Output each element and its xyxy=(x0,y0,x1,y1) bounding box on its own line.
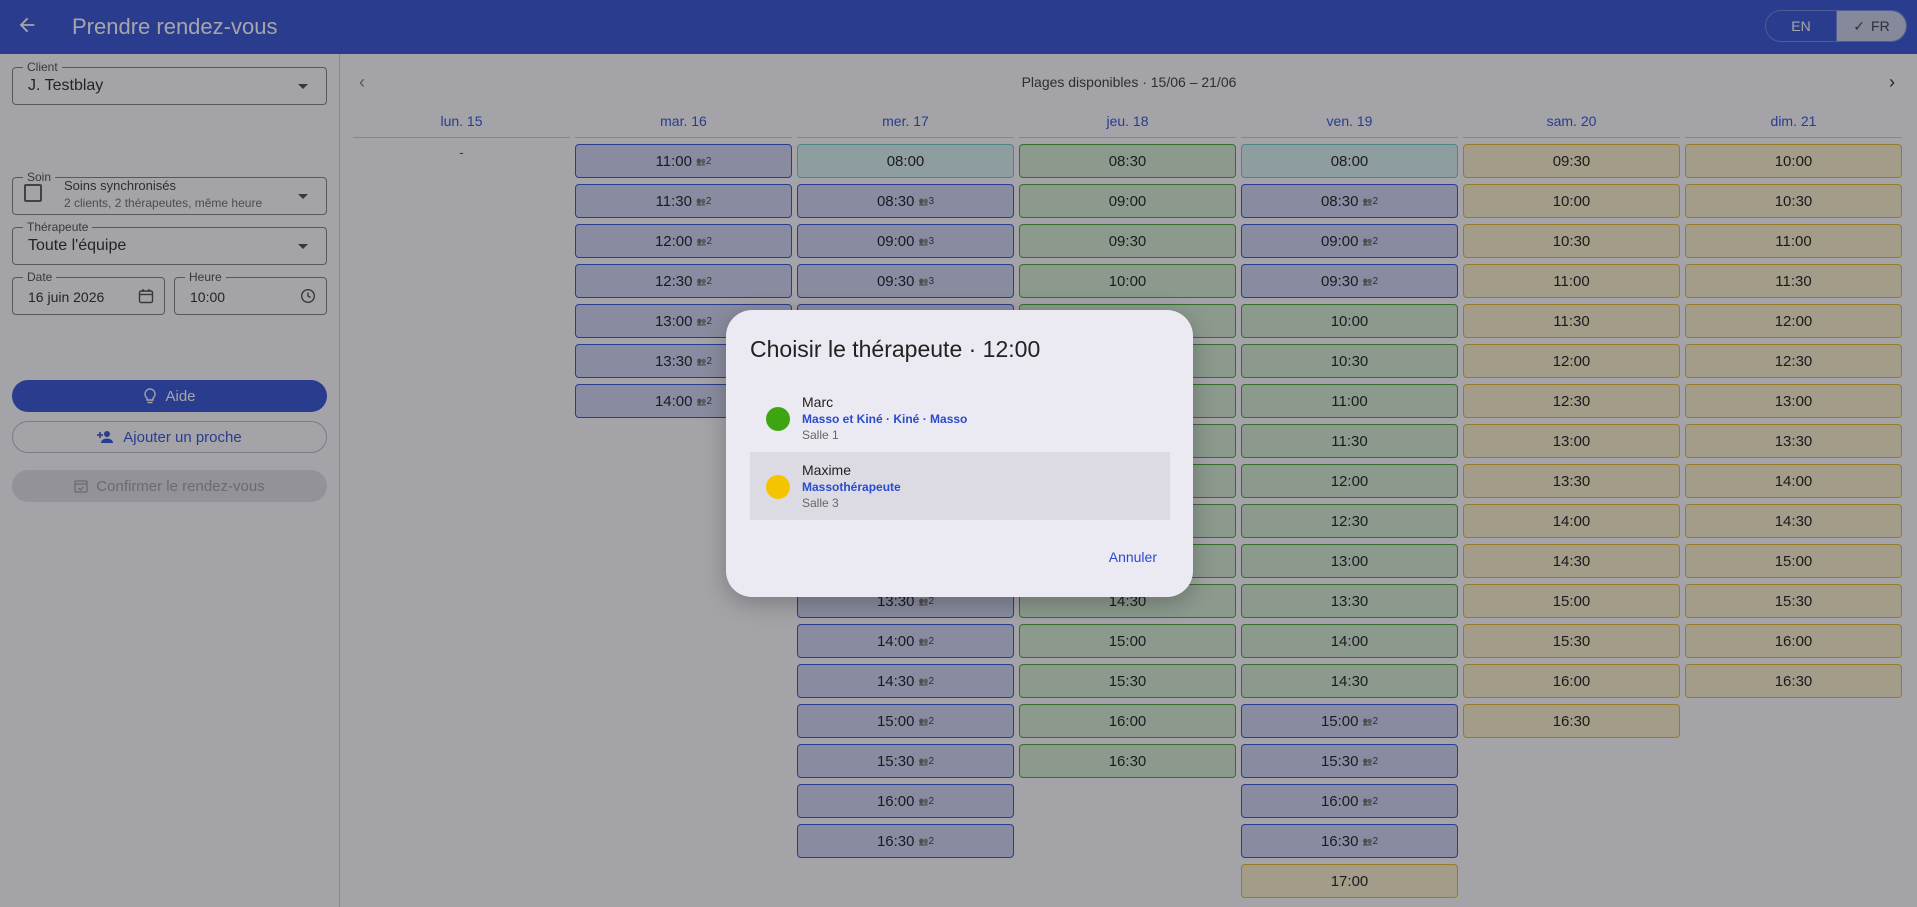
therapist-dialog: Choisir le thérapeute · 12:00 Marc Masso… xyxy=(726,310,1193,597)
therapist-room: Salle 3 xyxy=(802,496,839,510)
therapist-room: Salle 1 xyxy=(802,428,839,442)
therapist-name: Marc xyxy=(802,394,834,410)
cancel-button[interactable]: Annuler xyxy=(1109,549,1157,565)
dialog-title: Choisir le thérapeute · 12:00 xyxy=(750,336,1041,362)
therapist-role: Masso et Kiné · Kiné · Masso xyxy=(802,412,968,426)
therapist-color-dot xyxy=(766,475,790,499)
therapist-option-maxime[interactable]: Maxime Massothérapeute Salle 3 xyxy=(750,452,1170,520)
therapist-name: Maxime xyxy=(802,462,852,478)
therapist-role: Massothérapeute xyxy=(802,480,901,494)
therapist-color-dot xyxy=(766,407,790,431)
therapist-option-marc[interactable]: Marc Masso et Kiné · Kiné · Masso Salle … xyxy=(750,384,1170,452)
